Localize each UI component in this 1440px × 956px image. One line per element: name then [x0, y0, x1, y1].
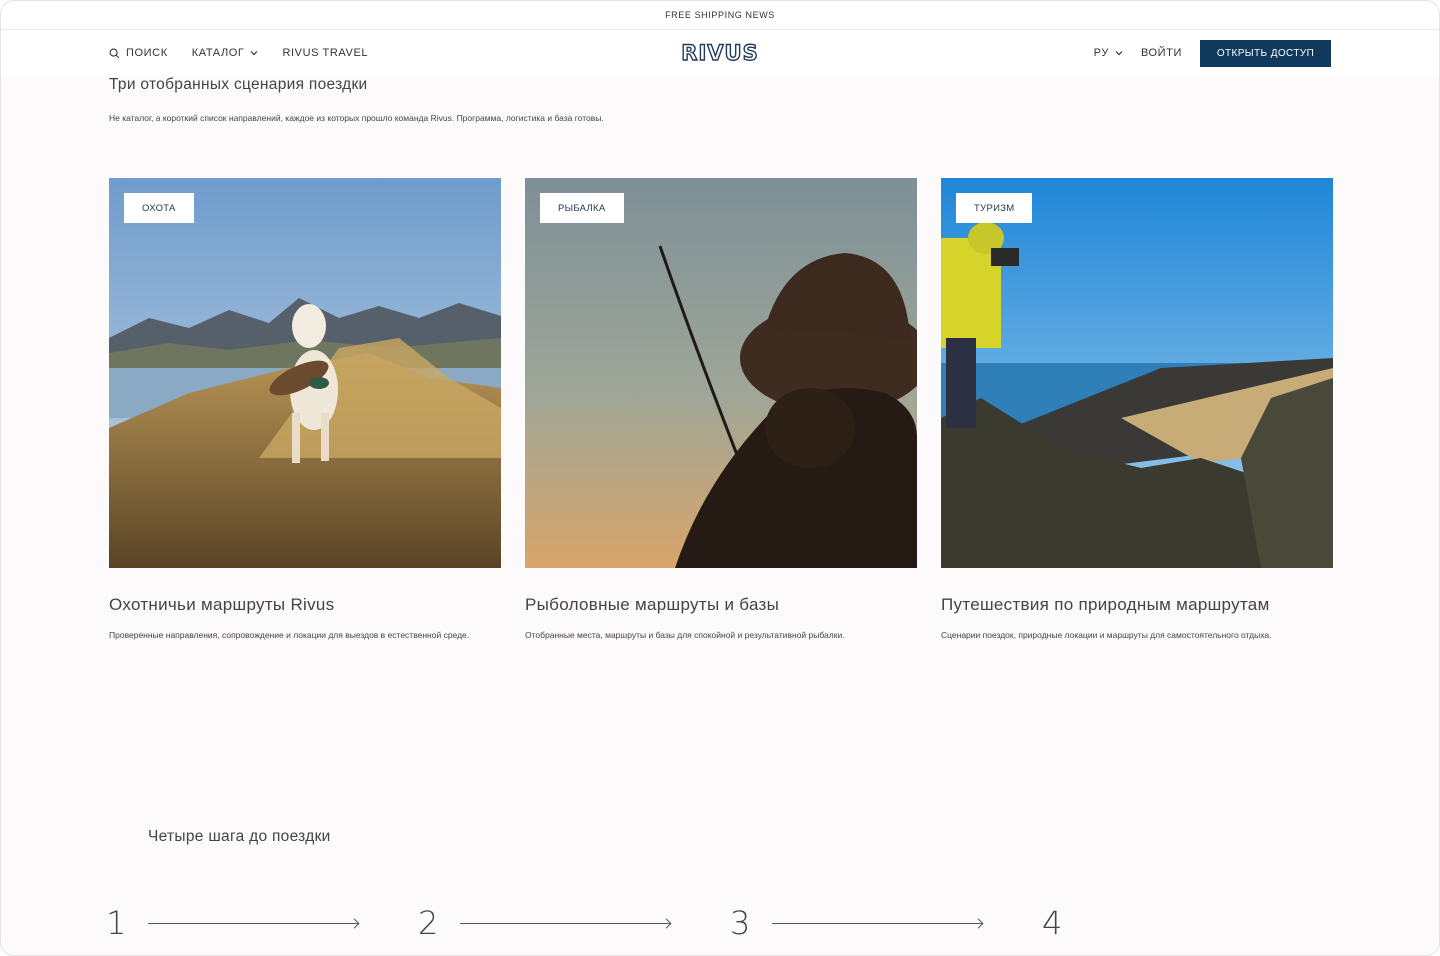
nav-right: РУ ВОЙТИ ОТКРЫТЬ ДОСТУП: [1094, 30, 1331, 76]
chevron-down-icon: [251, 51, 258, 56]
arrow-right-icon: [148, 923, 358, 924]
card-title[interactable]: Охотничьи маршруты Rivus: [109, 594, 501, 616]
hunting-image[interactable]: ОХОТА: [109, 178, 501, 568]
promo-text: FREE SHIPPING NEWS: [665, 10, 775, 20]
category-badge[interactable]: ТУРИЗМ: [956, 193, 1033, 223]
arrow-right-icon: [460, 923, 670, 924]
step-number: 1: [106, 904, 127, 942]
language-label: РУ: [1093, 47, 1109, 59]
routes-subtitle: Не каталог, а короткий список направлени…: [109, 113, 604, 123]
route-cards: ОХОТА Охотничьи маршруты Rivus Проверенн…: [109, 178, 1333, 642]
tourism-photo: [941, 178, 1333, 568]
fishing-photo: [525, 178, 917, 568]
step-number: 3: [730, 904, 751, 942]
nav-left: ПОИСК КАТАЛОГ RIVUS TRAVEL: [109, 30, 368, 76]
login-label: ВОЙТИ: [1140, 47, 1182, 59]
routes-title: Три отобранных сценария поездки: [109, 76, 368, 93]
open-access-button[interactable]: ОТКРЫТЬ ДОСТУП: [1200, 39, 1331, 67]
card-description: Проверенные направления, сопровождение и…: [109, 630, 470, 640]
card-title[interactable]: Рыболовные маршруты и базы: [525, 594, 917, 616]
catalog-menu[interactable]: КАТАЛОГ: [192, 47, 259, 59]
search-icon: [109, 48, 120, 58]
route-card-fishing[interactable]: РЫБАЛКА Рыболовные маршруты и базы Отобр…: [525, 178, 917, 642]
login-link[interactable]: ВОЙТИ: [1141, 47, 1182, 59]
language-selector[interactable]: РУ: [1094, 47, 1123, 59]
arrow-right-icon: [772, 923, 982, 924]
category-badge[interactable]: РЫБАЛКА: [540, 193, 624, 223]
route-card-hunting[interactable]: ОХОТА Охотничьи маршруты Rivus Проверенн…: [109, 178, 501, 642]
travel-label: RIVUS TRAVEL: [282, 47, 369, 59]
card-title[interactable]: Путешествия по природным маршрутам: [941, 594, 1333, 616]
card-description: Сценарии поездок, природные локации и ма…: [941, 630, 1272, 640]
step-number: 2: [418, 904, 439, 942]
catalog-label: КАТАЛОГ: [191, 47, 245, 59]
card-description: Отобранные места, маршруты и базы для сп…: [525, 630, 845, 640]
travel-link[interactable]: RIVUS TRAVEL: [282, 47, 368, 59]
site-header: ПОИСК КАТАЛОГ RIVUS TRAVEL RIVUS РУ ВОЙТ…: [1, 30, 1439, 76]
steps-title: Четыре шага до поездки: [148, 828, 331, 845]
promo-bar: FREE SHIPPING NEWS: [1, 1, 1439, 30]
search-link[interactable]: ПОИСК: [109, 47, 168, 59]
route-card-tourism[interactable]: ТУРИЗМ Путешествия по природным маршрута…: [941, 178, 1333, 642]
chevron-down-icon: [1115, 51, 1123, 56]
step-number: 4: [1042, 904, 1063, 942]
tourism-image[interactable]: ТУРИЗМ: [941, 178, 1333, 568]
fishing-image[interactable]: РЫБАЛКА: [525, 178, 917, 568]
search-label: ПОИСК: [126, 47, 168, 59]
hunting-photo: [109, 178, 501, 568]
category-badge[interactable]: ОХОТА: [124, 193, 194, 223]
page-frame: FREE SHIPPING NEWS ПОИСК КАТАЛОГ RIVUS T…: [0, 0, 1440, 956]
logo[interactable]: RIVUS: [681, 40, 759, 65]
